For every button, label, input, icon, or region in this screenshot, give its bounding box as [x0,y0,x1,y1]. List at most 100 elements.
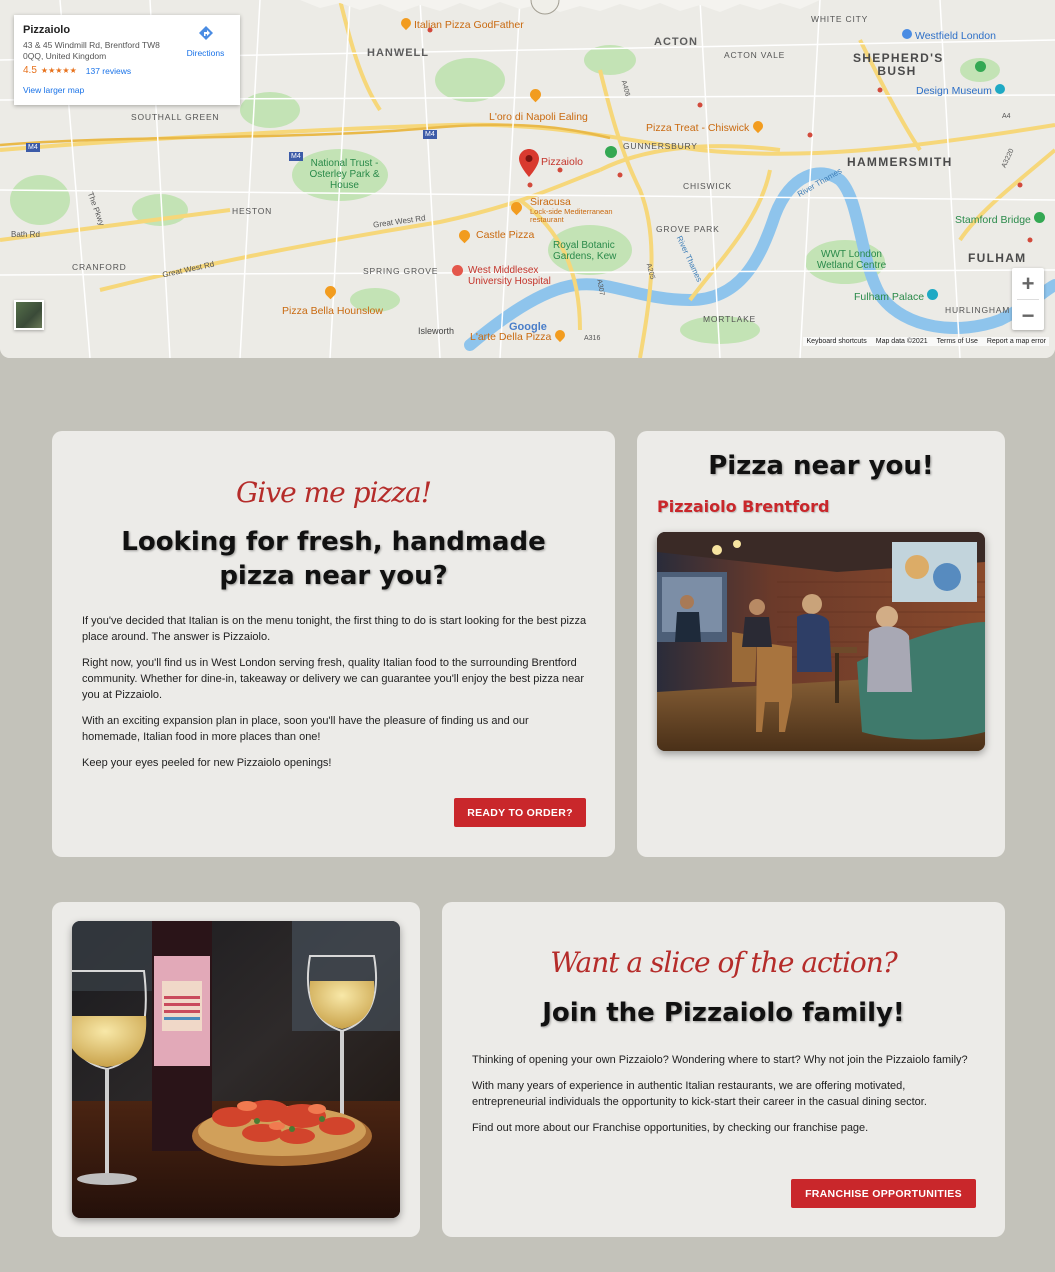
map-poi-wwt[interactable]: WWT London Wetland Centre [814,249,889,271]
body-paragraph: With an exciting expansion plan in place… [82,715,529,743]
map-poi-siracusa-pin[interactable] [508,199,525,217]
park-pin-icon [975,61,986,72]
hospital-pin-icon [452,265,463,276]
zoom-in-button[interactable]: + [1012,268,1044,299]
body-paragraph: With many years of experience in authent… [472,1080,927,1108]
franchise-card: Want a slice of the action? Join the Piz… [442,902,1005,1237]
map-poi-pizzaiolo[interactable]: Pizzaiolo [541,157,583,168]
poi-label: Westfield London [915,30,996,42]
card-heading: Pizza near you! [708,451,934,481]
card-script-heading: Want a slice of the action? [550,946,898,979]
museum-pin-icon [994,84,1005,94]
satellite-toggle[interactable] [14,300,44,330]
rating-row: 4.5 ★★★★★ 137 reviews [23,65,231,76]
directions-icon [198,26,213,40]
embedded-map[interactable]: HANWELL ACTON ACTON VALE WHITE CITY SHEP… [0,0,1055,358]
body-paragraph: Find out more about our Franchise opport… [472,1122,869,1134]
map-road-label: Bath Rd [11,230,40,239]
intro-card: Give me pizza! Looking for fresh, handma… [52,431,615,857]
map-poi-westfield[interactable]: Westfield London [902,29,996,42]
keyboard-shortcuts-link[interactable]: Keyboard shortcuts [806,338,866,345]
map-road-label: A316 [584,335,601,342]
card-body: If you've decided that Italian is on the… [82,613,587,781]
poi-label: Design Museum [916,85,992,97]
map-road-label: M4 [423,130,437,139]
map-area-label: CRANFORD [72,262,127,272]
map-poi-oro-napoli[interactable]: L'oro di Napoli Ealing [489,112,588,123]
map-poi-pizza-treat[interactable]: Pizza Treat - Chiswick [646,118,766,134]
map-area-label: ACTON [654,36,698,48]
restaurant-pin-icon [751,118,766,134]
card-script-heading: Give me pizza! [236,476,432,509]
zoom-control: + − [1012,268,1044,330]
terms-link[interactable]: Terms of Use [937,338,978,345]
map-poi-hospital-pin[interactable] [452,264,463,280]
restaurant-interior-photo [657,532,985,751]
view-larger-map-link[interactable]: View larger map [23,85,231,95]
map-poi-oro-pin[interactable] [527,86,544,104]
google-logo: Google [509,321,547,333]
stadium-pin-icon [1033,212,1045,223]
poi-label: Stamford Bridge [955,214,1031,226]
map-main-pin[interactable] [519,149,539,181]
food-photo-card [52,902,420,1237]
map-poi-design-museum[interactable]: Design Museum [916,84,1005,97]
map-poi-green[interactable] [975,61,986,75]
restaurant-pin-icon [553,327,568,343]
map-poi-kew[interactable]: Royal Botanic Gardens, Kew [553,240,623,262]
zoom-out-button[interactable]: − [1012,300,1044,331]
card-body: Thinking of opening your own Pizzaiolo? … [472,1052,977,1146]
reviews-link[interactable]: 137 reviews [86,66,131,76]
body-paragraph: Thinking of opening your own Pizzaiolo? … [472,1054,968,1066]
map-area-label: Isleworth [418,326,455,336]
card-heading: Looking for fresh, handmade pizza near y… [121,527,546,591]
card-heading: Join the Pizzaiolo family! [542,998,905,1028]
map-area-label: HURLINGHAM [945,305,1011,315]
pizza-wine-photo [72,921,400,1218]
franchise-opportunities-button[interactable]: FRANCHISE OPPORTUNITIES [791,1179,976,1208]
map-poi-fulham-palace[interactable]: Fulham Palace [854,289,939,303]
map-poi-gunnersbury-park[interactable] [605,146,617,162]
map-road-label: M4 [26,143,40,152]
poi-label: Pizza Treat - Chiswick [646,122,750,134]
landmark-pin-icon [927,289,939,300]
restaurant-pin-icon [527,86,544,103]
location-name: Pizzaiolo Brentford [657,497,830,516]
map-area-label: SOUTHALL GREEN [131,112,220,122]
location-pin-icon [519,149,539,177]
map-area-label: WHITE CITY [811,14,869,24]
map-area-label: HESTON [232,206,273,216]
map-place-card: Pizzaiolo 43 & 45 Windmill Rd, Brentford… [14,15,240,105]
ready-to-order-button[interactable]: READY TO ORDER? [454,798,586,827]
place-address: 43 & 45 Windmill Rd, Brentford TW8 0QQ, … [23,40,160,61]
body-paragraph: If you've decided that Italian is on the… [82,615,587,643]
map-poi-siracusa-sub: Lock-side Mediterranean restaurant [530,207,613,224]
map-poi-bella-pin[interactable] [322,283,339,301]
map-poi-stamford-bridge[interactable]: Stamford Bridge [955,212,1045,226]
rating-value: 4.5 [23,65,37,76]
map-poi-national-trust[interactable]: National Trust - Osterley Park & House [307,158,382,191]
directions-button[interactable]: Directions [183,25,228,58]
poi-label: Fulham Palace [854,291,925,303]
map-poi-siracusa[interactable]: Siracusa [530,197,571,208]
map-poi-godfather[interactable]: Italian Pizza GodFather [398,15,524,31]
body-paragraph: Right now, you'll find us in West London… [82,657,585,701]
restaurant-pin-icon [456,227,473,244]
map-area-label: MORTLAKE [703,314,757,324]
map-area-label: GUNNERSBURY [623,141,698,151]
map-footer: Keyboard shortcuts Map data ©2021 Terms … [803,337,1049,346]
map-road-label: A4 [1002,113,1011,120]
map-poi-castle-pin[interactable] [456,227,473,245]
map-poi-pizza-bella[interactable]: Pizza Bella Hounslow [282,306,383,317]
report-error-link[interactable]: Report a map error [987,338,1046,345]
location-card: Pizza near you! Pizzaiolo Brentford [637,431,1005,857]
map-poi-castle-pizza[interactable]: Castle Pizza [476,230,534,241]
food-image [72,921,400,1218]
interior-image [657,532,985,751]
map-area-label: CHISWICK [683,181,732,191]
map-area-label: FULHAM [968,251,1027,265]
body-paragraph: Keep your eyes peeled for new Pizzaiolo … [82,757,332,769]
restaurant-pin-icon [398,15,414,31]
map-poi-west-middlesex[interactable]: West Middlesex University Hospital [468,265,558,287]
poi-label: Italian Pizza GodFather [414,19,524,31]
